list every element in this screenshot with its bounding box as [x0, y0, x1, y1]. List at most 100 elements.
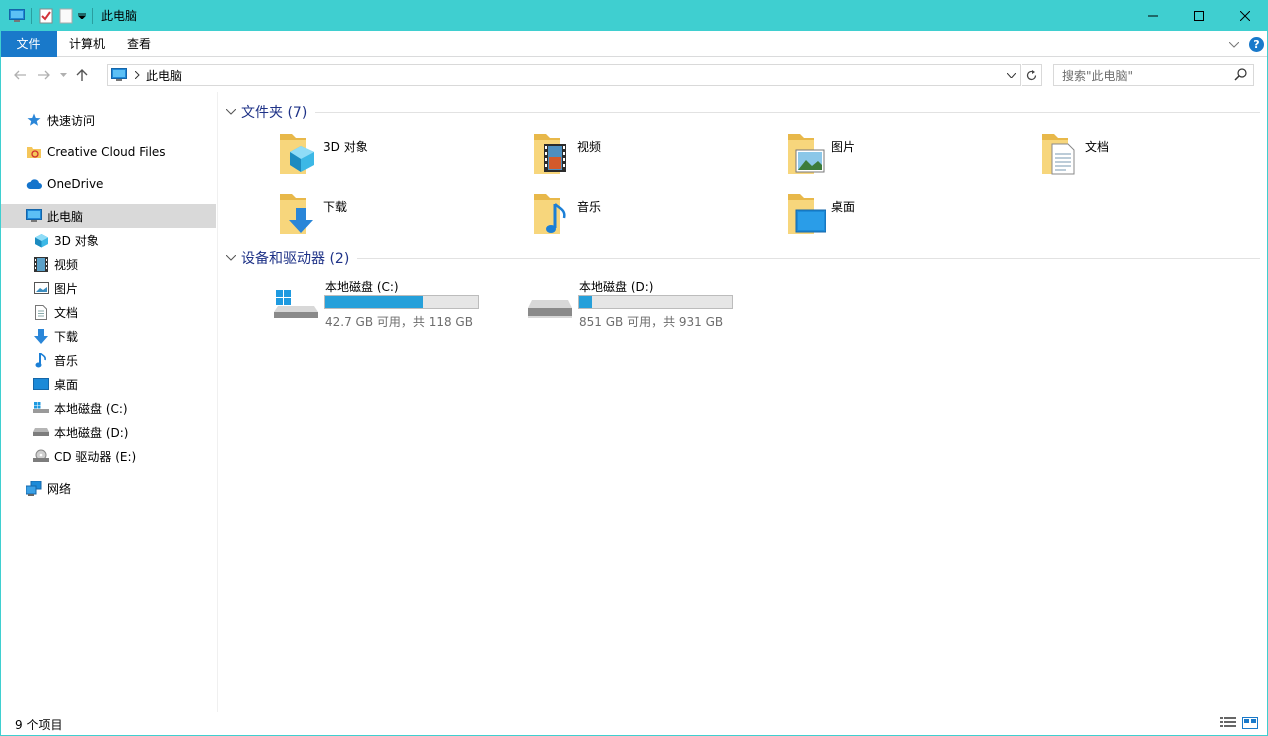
help-icon[interactable]: ? — [1249, 36, 1264, 52]
search-icon[interactable] — [1234, 68, 1247, 84]
nav-label: 桌面 — [54, 377, 79, 392]
folder-videos[interactable]: 视频 — [532, 132, 762, 182]
folder-label: 图片 — [831, 140, 856, 154]
drive-usage-fill — [325, 296, 423, 308]
folder-music[interactable]: 音乐 — [532, 192, 762, 242]
folder-documents[interactable]: 文档 — [1040, 132, 1268, 182]
folder-label: 3D 对象 — [323, 140, 368, 154]
nav-item-downloads[interactable]: 下载 — [0, 324, 216, 348]
nav-label: OneDrive — [47, 177, 104, 191]
nav-item-desktop[interactable]: 桌面 — [0, 372, 216, 396]
nav-label: 3D 对象 — [54, 233, 99, 248]
maximize-button[interactable] — [1176, 0, 1222, 31]
group-title: 文件夹 (7) — [241, 105, 308, 121]
windows-drive-icon — [274, 290, 318, 318]
nav-item-this-pc[interactable]: 此电脑 — [0, 204, 216, 228]
group-divider — [357, 257, 1260, 259]
breadcrumb-chevron-icon[interactable] — [135, 71, 140, 79]
back-button[interactable] — [8, 63, 32, 87]
item-count: 9 个项目 — [15, 717, 63, 732]
address-bar[interactable]: 此电脑 — [107, 64, 1021, 86]
nav-item-videos[interactable]: 视频 — [0, 252, 216, 276]
group-divider — [315, 111, 1260, 113]
nav-label: 快速访问 — [47, 113, 96, 128]
tab-file[interactable]: 文件 — [0, 30, 57, 57]
group-header-folders[interactable]: 文件夹 (7) — [225, 102, 1260, 122]
quick-access-toolbar — [0, 0, 97, 31]
separator — [31, 7, 32, 24]
address-dropdown-icon[interactable] — [1003, 65, 1020, 85]
nav-item-onedrive[interactable]: OneDrive — [0, 172, 216, 196]
folder-label: 音乐 — [577, 200, 602, 214]
nav-item-documents[interactable]: 文档 — [0, 300, 216, 324]
tab-view[interactable]: 查看 — [117, 31, 161, 57]
folder-document-icon — [1042, 134, 1075, 175]
this-pc-icon — [26, 208, 42, 224]
new-folder-icon[interactable] — [56, 6, 76, 26]
folder-label: 下载 — [323, 200, 348, 214]
expand-ribbon-icon[interactable] — [1228, 37, 1240, 51]
nav-label: 图片 — [54, 281, 79, 296]
nav-item-music[interactable]: 音乐 — [0, 348, 216, 372]
nav-label: 此电脑 — [47, 209, 84, 224]
drive-name: 本地磁盘 (C:) — [325, 280, 399, 294]
folder-download-icon — [280, 194, 313, 234]
desktop-icon — [33, 376, 49, 392]
nav-item-pictures[interactable]: 图片 — [0, 276, 216, 300]
folder-pictures[interactable]: 图片 — [786, 132, 1016, 182]
window-border — [0, 0, 1, 736]
folder-music-icon — [534, 194, 566, 234]
cloud-icon — [26, 176, 42, 192]
folder-desktop-icon — [788, 194, 826, 234]
nav-label: 网络 — [47, 481, 72, 496]
drive-icon — [528, 300, 572, 318]
group-title: 设备和驱动器 (2) — [241, 251, 350, 267]
navigation-pane: 快速访问 Creative Cloud Files OneDrive 此电脑 3… — [0, 92, 218, 712]
recent-locations-button[interactable] — [56, 63, 70, 87]
collapse-chevron-icon[interactable] — [225, 253, 238, 264]
cube-icon — [33, 232, 49, 248]
drive-usage-bar — [578, 295, 733, 309]
refresh-button[interactable] — [1022, 64, 1042, 86]
nav-item-drive-d[interactable]: 本地磁盘 (D:) — [0, 420, 216, 444]
download-arrow-icon — [33, 328, 49, 344]
nav-item-3d-objects[interactable]: 3D 对象 — [0, 228, 216, 252]
large-icons-view-icon[interactable] — [1242, 716, 1258, 733]
drive-d[interactable]: 本地磁盘 (D:) 851 GB 可用，共 931 GB — [528, 278, 758, 330]
drive-c[interactable]: 本地磁盘 (C:) 42.7 GB 可用，共 118 GB — [274, 278, 504, 330]
properties-icon[interactable] — [36, 6, 56, 26]
document-icon — [33, 304, 49, 320]
tab-computer[interactable]: 计算机 — [57, 31, 117, 57]
ribbon-tabs: 文件 计算机 查看 ? — [0, 30, 1268, 57]
minimize-button[interactable] — [1130, 0, 1176, 31]
nav-item-creative-cloud[interactable]: Creative Cloud Files — [0, 140, 216, 164]
folder-downloads[interactable]: 下载 — [278, 192, 508, 242]
nav-label: 视频 — [54, 257, 79, 272]
breadcrumb-this-pc[interactable]: 此电脑 — [146, 67, 182, 84]
details-view-icon[interactable] — [1220, 716, 1236, 733]
folder-video-icon — [534, 134, 566, 174]
folder-3d-objects[interactable]: 3D 对象 — [278, 132, 508, 182]
folder-desktop[interactable]: 桌面 — [786, 192, 1016, 242]
content-pane: 文件夹 (7) 3D 对象 视频 图片 文档 下载 音乐 桌面 设备和驱动器 (… — [220, 92, 1268, 712]
film-icon — [33, 256, 49, 272]
drive-icon — [33, 424, 49, 440]
collapse-chevron-icon[interactable] — [225, 107, 238, 118]
forward-button[interactable] — [32, 63, 56, 87]
nav-item-drive-c[interactable]: 本地磁盘 (C:) — [0, 396, 216, 420]
this-pc-icon[interactable] — [7, 6, 27, 26]
nav-item-quick-access[interactable]: 快速访问 — [0, 108, 216, 132]
nav-item-cd-drive[interactable]: CD 驱动器 (E:) — [0, 444, 216, 468]
drive-usage-fill — [579, 296, 593, 308]
customize-toolbar-icon[interactable] — [76, 6, 88, 26]
nav-item-network[interactable]: 网络 — [0, 476, 216, 500]
up-button[interactable] — [70, 63, 94, 87]
group-header-drives[interactable]: 设备和驱动器 (2) — [225, 248, 1260, 268]
folder-label: 视频 — [577, 140, 602, 154]
nav-label: 音乐 — [54, 353, 79, 368]
close-button[interactable] — [1222, 0, 1268, 31]
windows-drive-icon — [33, 400, 49, 416]
search-placeholder: 搜索"此电脑" — [1062, 68, 1134, 83]
nav-label: Creative Cloud Files — [47, 145, 166, 159]
search-input[interactable]: 搜索"此电脑" — [1053, 64, 1254, 86]
